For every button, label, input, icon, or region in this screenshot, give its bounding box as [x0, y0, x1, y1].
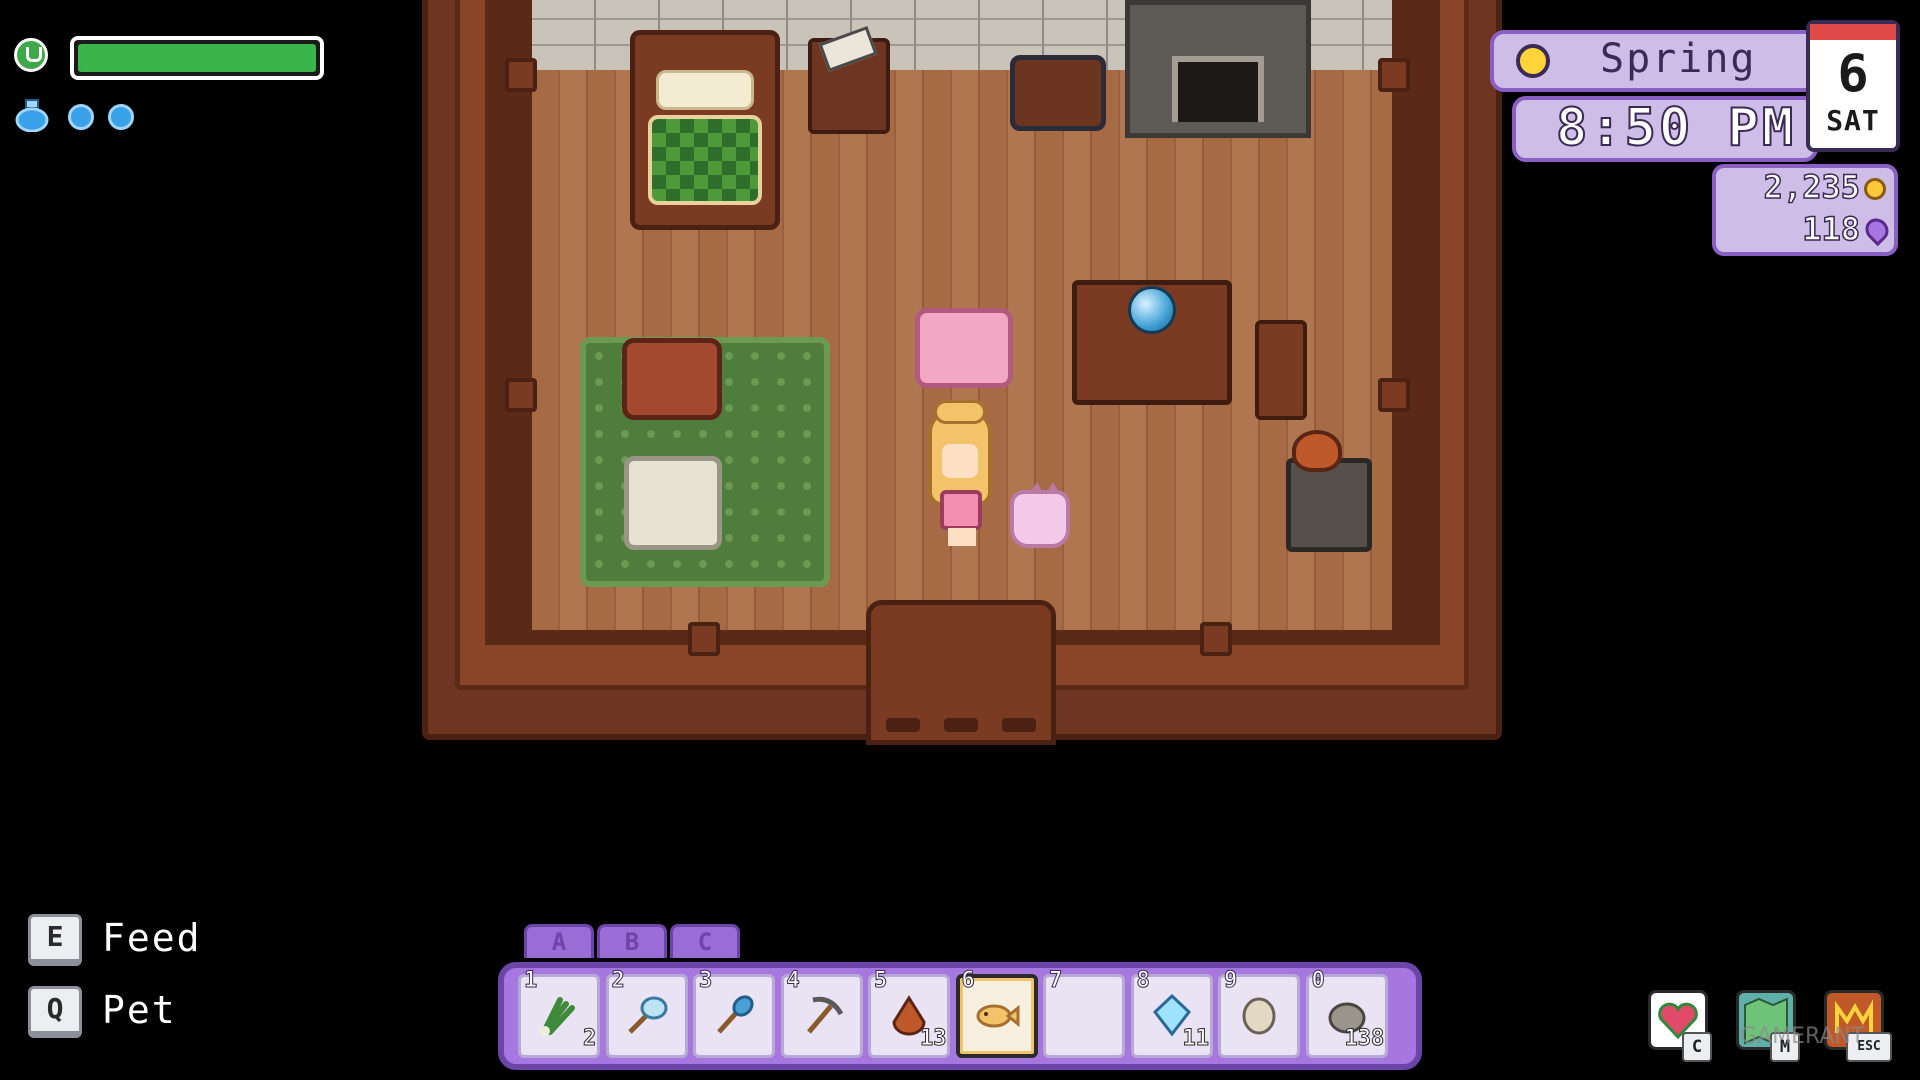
stamina-bar: [70, 36, 324, 80]
relationships-key[interactable]: C: [1682, 1032, 1712, 1062]
hotbar-tab-c[interactable]: C: [670, 924, 740, 958]
mana-potion-icon: [15, 99, 49, 132]
hotbar-slot-number: 0: [1311, 968, 1325, 994]
hotbar-tab-a[interactable]: A: [524, 924, 594, 958]
gold-coin-icon: [1864, 178, 1886, 200]
hotbar-slot-number: 1: [523, 968, 538, 994]
leek-icon: [536, 992, 582, 1038]
clock-time: 8:50 PM: [1555, 97, 1797, 159]
hotbar-item-count: 13: [920, 1026, 947, 1052]
wooden-chair: [1255, 320, 1307, 420]
storage-chest-dark[interactable]: [1010, 55, 1106, 131]
sun-weather-icon: [1516, 44, 1550, 78]
stamina-bar-fill: [78, 44, 316, 72]
hotbar-slot-number: 7: [1048, 968, 1063, 994]
hotbar-slot-number: 8: [1136, 968, 1150, 994]
kettle: [1292, 430, 1342, 472]
hotbar-slot-number: 4: [786, 968, 800, 994]
calendar-weekday: SAT: [1826, 104, 1880, 137]
wall-post: [1200, 622, 1232, 656]
wall-post: [505, 58, 537, 92]
ottoman: [624, 456, 722, 550]
wall-post: [1378, 378, 1410, 412]
hotbar-slot-number: 3: [698, 968, 713, 994]
bed[interactable]: [630, 30, 780, 230]
hotbar-item-count: 2: [582, 1026, 597, 1052]
watermark: GAMERANT: [1740, 1024, 1865, 1049]
hotbar-item-count: 11: [1182, 1026, 1209, 1052]
mana-orb: [68, 104, 94, 130]
stove[interactable]: [1286, 458, 1372, 552]
season-label: Spring: [1600, 36, 1757, 82]
shovel-icon: [711, 992, 757, 1038]
hotbar-item-count: 138: [1344, 1026, 1385, 1052]
hotbar-slot-number: 9: [1223, 968, 1238, 994]
hotbar-slot-number: 5: [873, 968, 888, 994]
pickaxe-icon: [799, 992, 845, 1038]
feed-key[interactable]: E: [28, 914, 82, 966]
storage-chest-brown[interactable]: [622, 338, 722, 420]
player-character: [924, 400, 996, 548]
calendar-binding: [1810, 24, 1896, 40]
pet-prompt-label: Pet: [102, 988, 177, 1032]
storage-chest-pink[interactable]: [915, 308, 1013, 388]
wall-post: [688, 622, 720, 656]
gold-amount: 2,235: [1763, 167, 1861, 207]
hotbar-tab-b[interactable]: B: [597, 924, 667, 958]
stone-egg-icon: [1236, 992, 1282, 1038]
door-step-slot: [944, 718, 978, 732]
door-step-slot: [1002, 718, 1036, 732]
essence-amount: 118: [1801, 209, 1860, 249]
hotbar-slot-number: 2: [611, 968, 625, 994]
stamina-icon: [14, 38, 48, 72]
fireplace-opening: [1172, 56, 1264, 122]
feed-prompt-label: Feed: [102, 916, 202, 960]
mana-orb: [108, 104, 134, 130]
pet-key[interactable]: Q: [28, 986, 82, 1038]
net-icon: [624, 992, 670, 1038]
hotbar-slot-number: 6: [961, 968, 975, 994]
crystal-ball[interactable]: [1128, 286, 1176, 334]
fish-treat-icon: [974, 992, 1020, 1038]
wall-post: [505, 378, 537, 412]
calendar-day: 6: [1837, 44, 1869, 104]
pet-cat[interactable]: [1010, 482, 1070, 548]
door-step-slot: [886, 718, 920, 732]
wall-post: [1378, 58, 1410, 92]
